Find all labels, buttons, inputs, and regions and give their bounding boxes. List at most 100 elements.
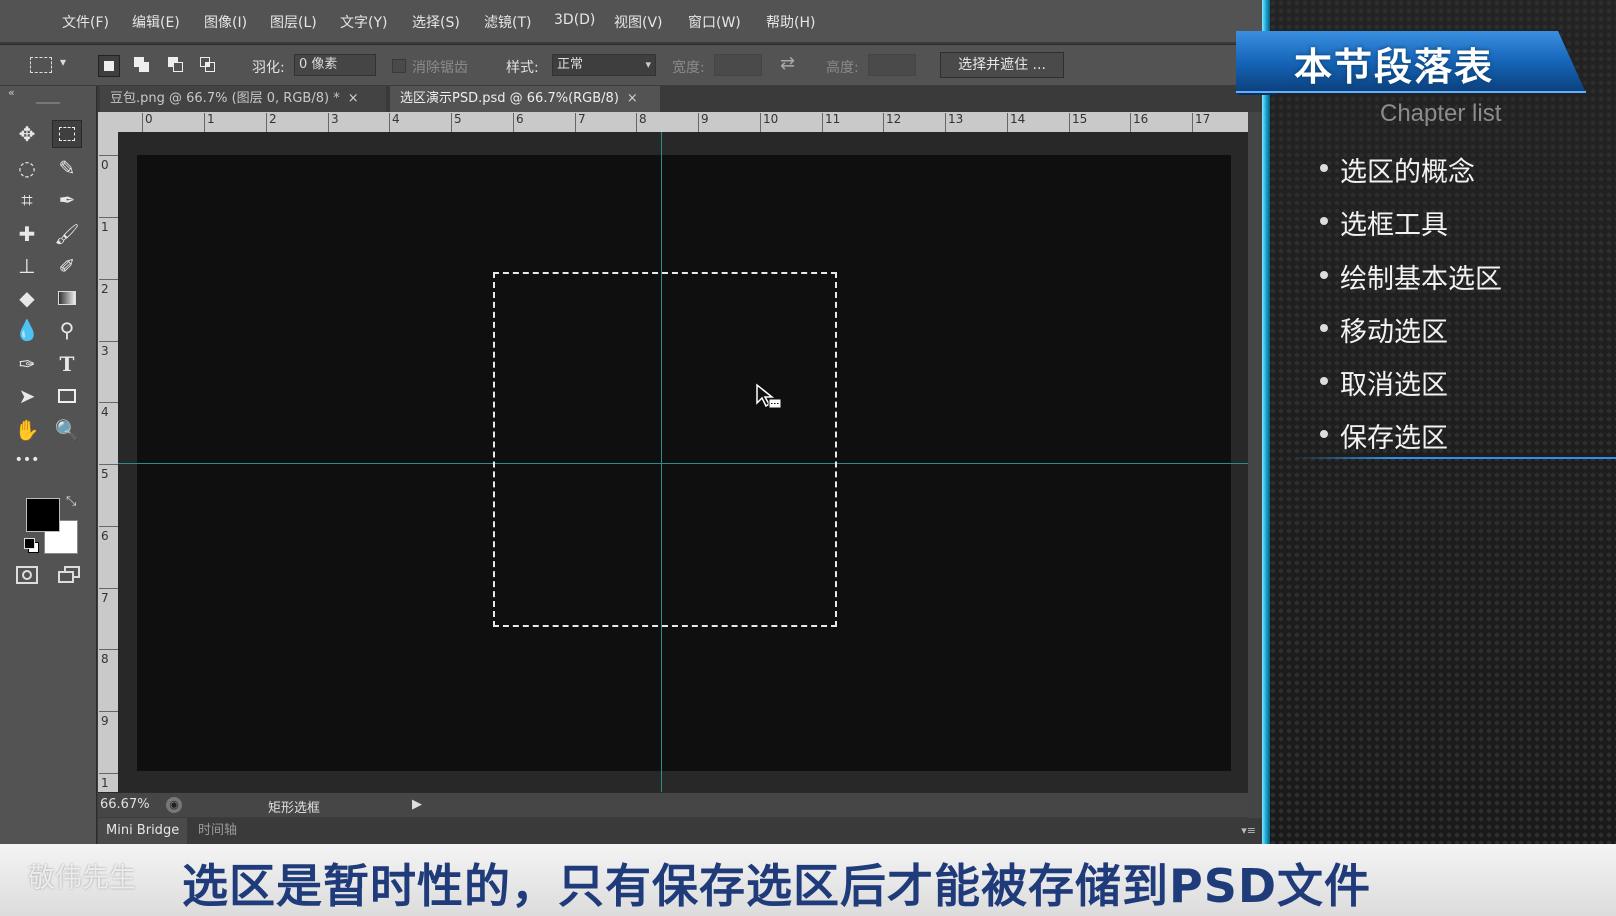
ruler-label: 1 xyxy=(101,220,109,234)
menu-filter[interactable]: 滤镜(T) xyxy=(484,12,531,32)
width-input[interactable] xyxy=(714,54,762,76)
chevron-down-icon[interactable]: ▾ xyxy=(60,55,66,69)
ruler-label: 11 xyxy=(825,112,841,126)
marquee-preset-icon[interactable] xyxy=(30,57,52,73)
menu-view[interactable]: 视图(V) xyxy=(614,12,663,32)
brush-tool-icon[interactable]: 🖌 xyxy=(52,220,82,248)
tools-panel: « ✥ ◌ ✎ ⌗ ✒ ✚ 🖌 ⊥ ✐ ◆ 💧 ⚲ ✑ T ➤ ✋ 🔍 ••• … xyxy=(0,86,97,844)
panel-menu-icon[interactable]: ▾≡ xyxy=(1241,824,1256,837)
zoom-tool-icon[interactable]: 🔍 xyxy=(52,416,82,444)
chapter-item[interactable]: 取消选区 xyxy=(1340,363,1448,402)
select-and-mask-button[interactable]: 选择并遮住 ... xyxy=(940,52,1064,78)
chapter-item[interactable]: 绘制基本选区 xyxy=(1340,257,1502,296)
ruler-label: 3 xyxy=(331,112,339,126)
ruler-label: 5 xyxy=(101,467,109,481)
bottom-panel-tabs: Mini Bridge 时间轴 ▾≡ xyxy=(98,818,1262,844)
foreground-color-swatch[interactable] xyxy=(26,498,60,532)
clone-stamp-tool-icon[interactable]: ⊥ xyxy=(12,252,42,280)
status-info-icon[interactable]: ◉ xyxy=(166,797,182,813)
ruler-label: 9 xyxy=(701,112,709,126)
chapter-item[interactable]: 选框工具 xyxy=(1340,203,1448,242)
tab-doubao-png[interactable]: 豆包.png @ 66.7% (图层 0, RGB/8) * × xyxy=(100,86,386,112)
ruler-label: 14 xyxy=(1010,112,1026,126)
eraser-tool-icon[interactable]: ◆ xyxy=(12,284,42,312)
bullet-icon xyxy=(1320,164,1328,172)
ruler-label: 1 xyxy=(101,776,109,790)
rectangle-tool-icon[interactable] xyxy=(52,382,82,410)
play-arrow-icon[interactable]: ▶ xyxy=(412,797,422,812)
status-bar: 66.67% ◉ 矩形选框 ▶ xyxy=(98,792,1248,817)
rectangular-selection[interactable] xyxy=(493,272,837,627)
feather-input[interactable]: 0 像素 xyxy=(294,54,376,76)
bullet-icon xyxy=(1320,217,1328,225)
menu-image[interactable]: 图像(I) xyxy=(204,12,247,32)
bullet-icon xyxy=(1320,271,1328,279)
feather-label: 羽化: xyxy=(252,60,285,76)
grip-handle[interactable] xyxy=(36,102,60,104)
new-selection-icon[interactable] xyxy=(98,55,120,77)
add-selection-icon[interactable] xyxy=(132,55,152,75)
default-colors-icon[interactable] xyxy=(24,538,39,553)
bullet-icon xyxy=(1320,430,1328,438)
history-brush-tool-icon[interactable]: ✐ xyxy=(52,252,82,280)
style-select[interactable]: 正常 ▾ xyxy=(552,54,656,76)
ruler-label: 10 xyxy=(763,112,779,126)
crop-tool-icon[interactable]: ⌗ xyxy=(12,186,42,214)
dodge-tool-icon[interactable]: ⚲ xyxy=(52,316,82,344)
ruler-label: 2 xyxy=(269,112,277,126)
menu-3d[interactable]: 3D(D) xyxy=(554,12,595,28)
menu-help[interactable]: 帮助(H) xyxy=(766,12,815,32)
height-input[interactable] xyxy=(868,54,916,76)
subtract-selection-icon[interactable] xyxy=(166,55,186,75)
menu-select[interactable]: 选择(S) xyxy=(412,12,460,32)
close-icon[interactable]: × xyxy=(627,91,638,106)
photoshop-window: 文件(F) 编辑(E) 图像(I) 图层(L) 文字(Y) 选择(S) 滤镜(T… xyxy=(0,0,1262,844)
lasso-tool-icon[interactable]: ◌ xyxy=(12,154,42,182)
chapter-item[interactable]: 选区的概念 xyxy=(1340,150,1475,189)
blur-tool-icon[interactable]: 💧 xyxy=(12,316,42,344)
width-label: 宽度: xyxy=(672,60,705,76)
quick-mask-icon[interactable] xyxy=(16,566,38,584)
style-label: 样式: xyxy=(506,60,539,76)
menu-type[interactable]: 文字(Y) xyxy=(340,12,387,32)
intersect-selection-icon[interactable] xyxy=(198,55,218,75)
healing-brush-tool-icon[interactable]: ✚ xyxy=(12,220,42,248)
more-tools-icon[interactable]: ••• xyxy=(12,446,42,474)
swap-colors-icon[interactable]: ⤡ xyxy=(66,494,76,509)
hand-tool-icon[interactable]: ✋ xyxy=(12,416,42,444)
tab-selection-demo-psd[interactable]: 选区演示PSD.psd @ 66.7%(RGB/8) × xyxy=(390,86,660,112)
ruler-label: 7 xyxy=(578,112,586,126)
chapter-item[interactable]: 移动选区 xyxy=(1340,310,1448,349)
document-tabs: 豆包.png @ 66.7% (图层 0, RGB/8) * × 选区演示PSD.… xyxy=(98,86,1262,112)
menu-layer[interactable]: 图层(L) xyxy=(270,12,317,32)
horizontal-ruler: 0 1 2 3 4 5 6 7 8 9 10 11 12 13 14 15 16… xyxy=(98,112,1248,133)
menu-file[interactable]: 文件(F) xyxy=(62,12,109,32)
vertical-scrollbar[interactable] xyxy=(1248,112,1262,818)
pen-tool-icon[interactable]: ✑ xyxy=(12,350,42,378)
collapse-icon[interactable]: « xyxy=(8,86,15,99)
menu-edit[interactable]: 编辑(E) xyxy=(132,12,180,32)
quick-select-tool-icon[interactable]: ✎ xyxy=(52,154,82,182)
swap-dimensions-icon[interactable]: ⇄ xyxy=(780,53,795,74)
rect-marquee-tool-icon[interactable] xyxy=(52,120,82,148)
ruler-label: 3 xyxy=(101,344,109,358)
zoom-level[interactable]: 66.67% xyxy=(100,797,150,812)
chapter-title: 本节段落表 xyxy=(1294,45,1495,89)
path-select-tool-icon[interactable]: ➤ xyxy=(12,382,42,410)
screen-mode-icon[interactable] xyxy=(58,566,80,584)
antialias-checkbox[interactable] xyxy=(392,59,406,73)
ruler-label: 2 xyxy=(101,282,109,296)
eyedropper-tool-icon[interactable]: ✒ xyxy=(52,186,82,214)
menu-window[interactable]: 窗口(W) xyxy=(688,12,741,32)
chapter-item[interactable]: 保存选区 xyxy=(1340,416,1448,455)
style-select-value: 正常 xyxy=(557,57,584,72)
move-tool-icon[interactable]: ✥ xyxy=(12,120,42,148)
gradient-tool-icon[interactable] xyxy=(52,284,82,312)
type-tool-icon[interactable]: T xyxy=(52,350,82,378)
tab-mini-bridge[interactable]: Mini Bridge xyxy=(98,818,188,844)
close-icon[interactable]: × xyxy=(348,91,359,106)
ruler-label: 0 xyxy=(145,112,153,126)
ruler-label: 8 xyxy=(101,652,109,666)
tab-timeline[interactable]: 时间轴 xyxy=(190,818,245,844)
ruler-label: 8 xyxy=(639,112,647,126)
